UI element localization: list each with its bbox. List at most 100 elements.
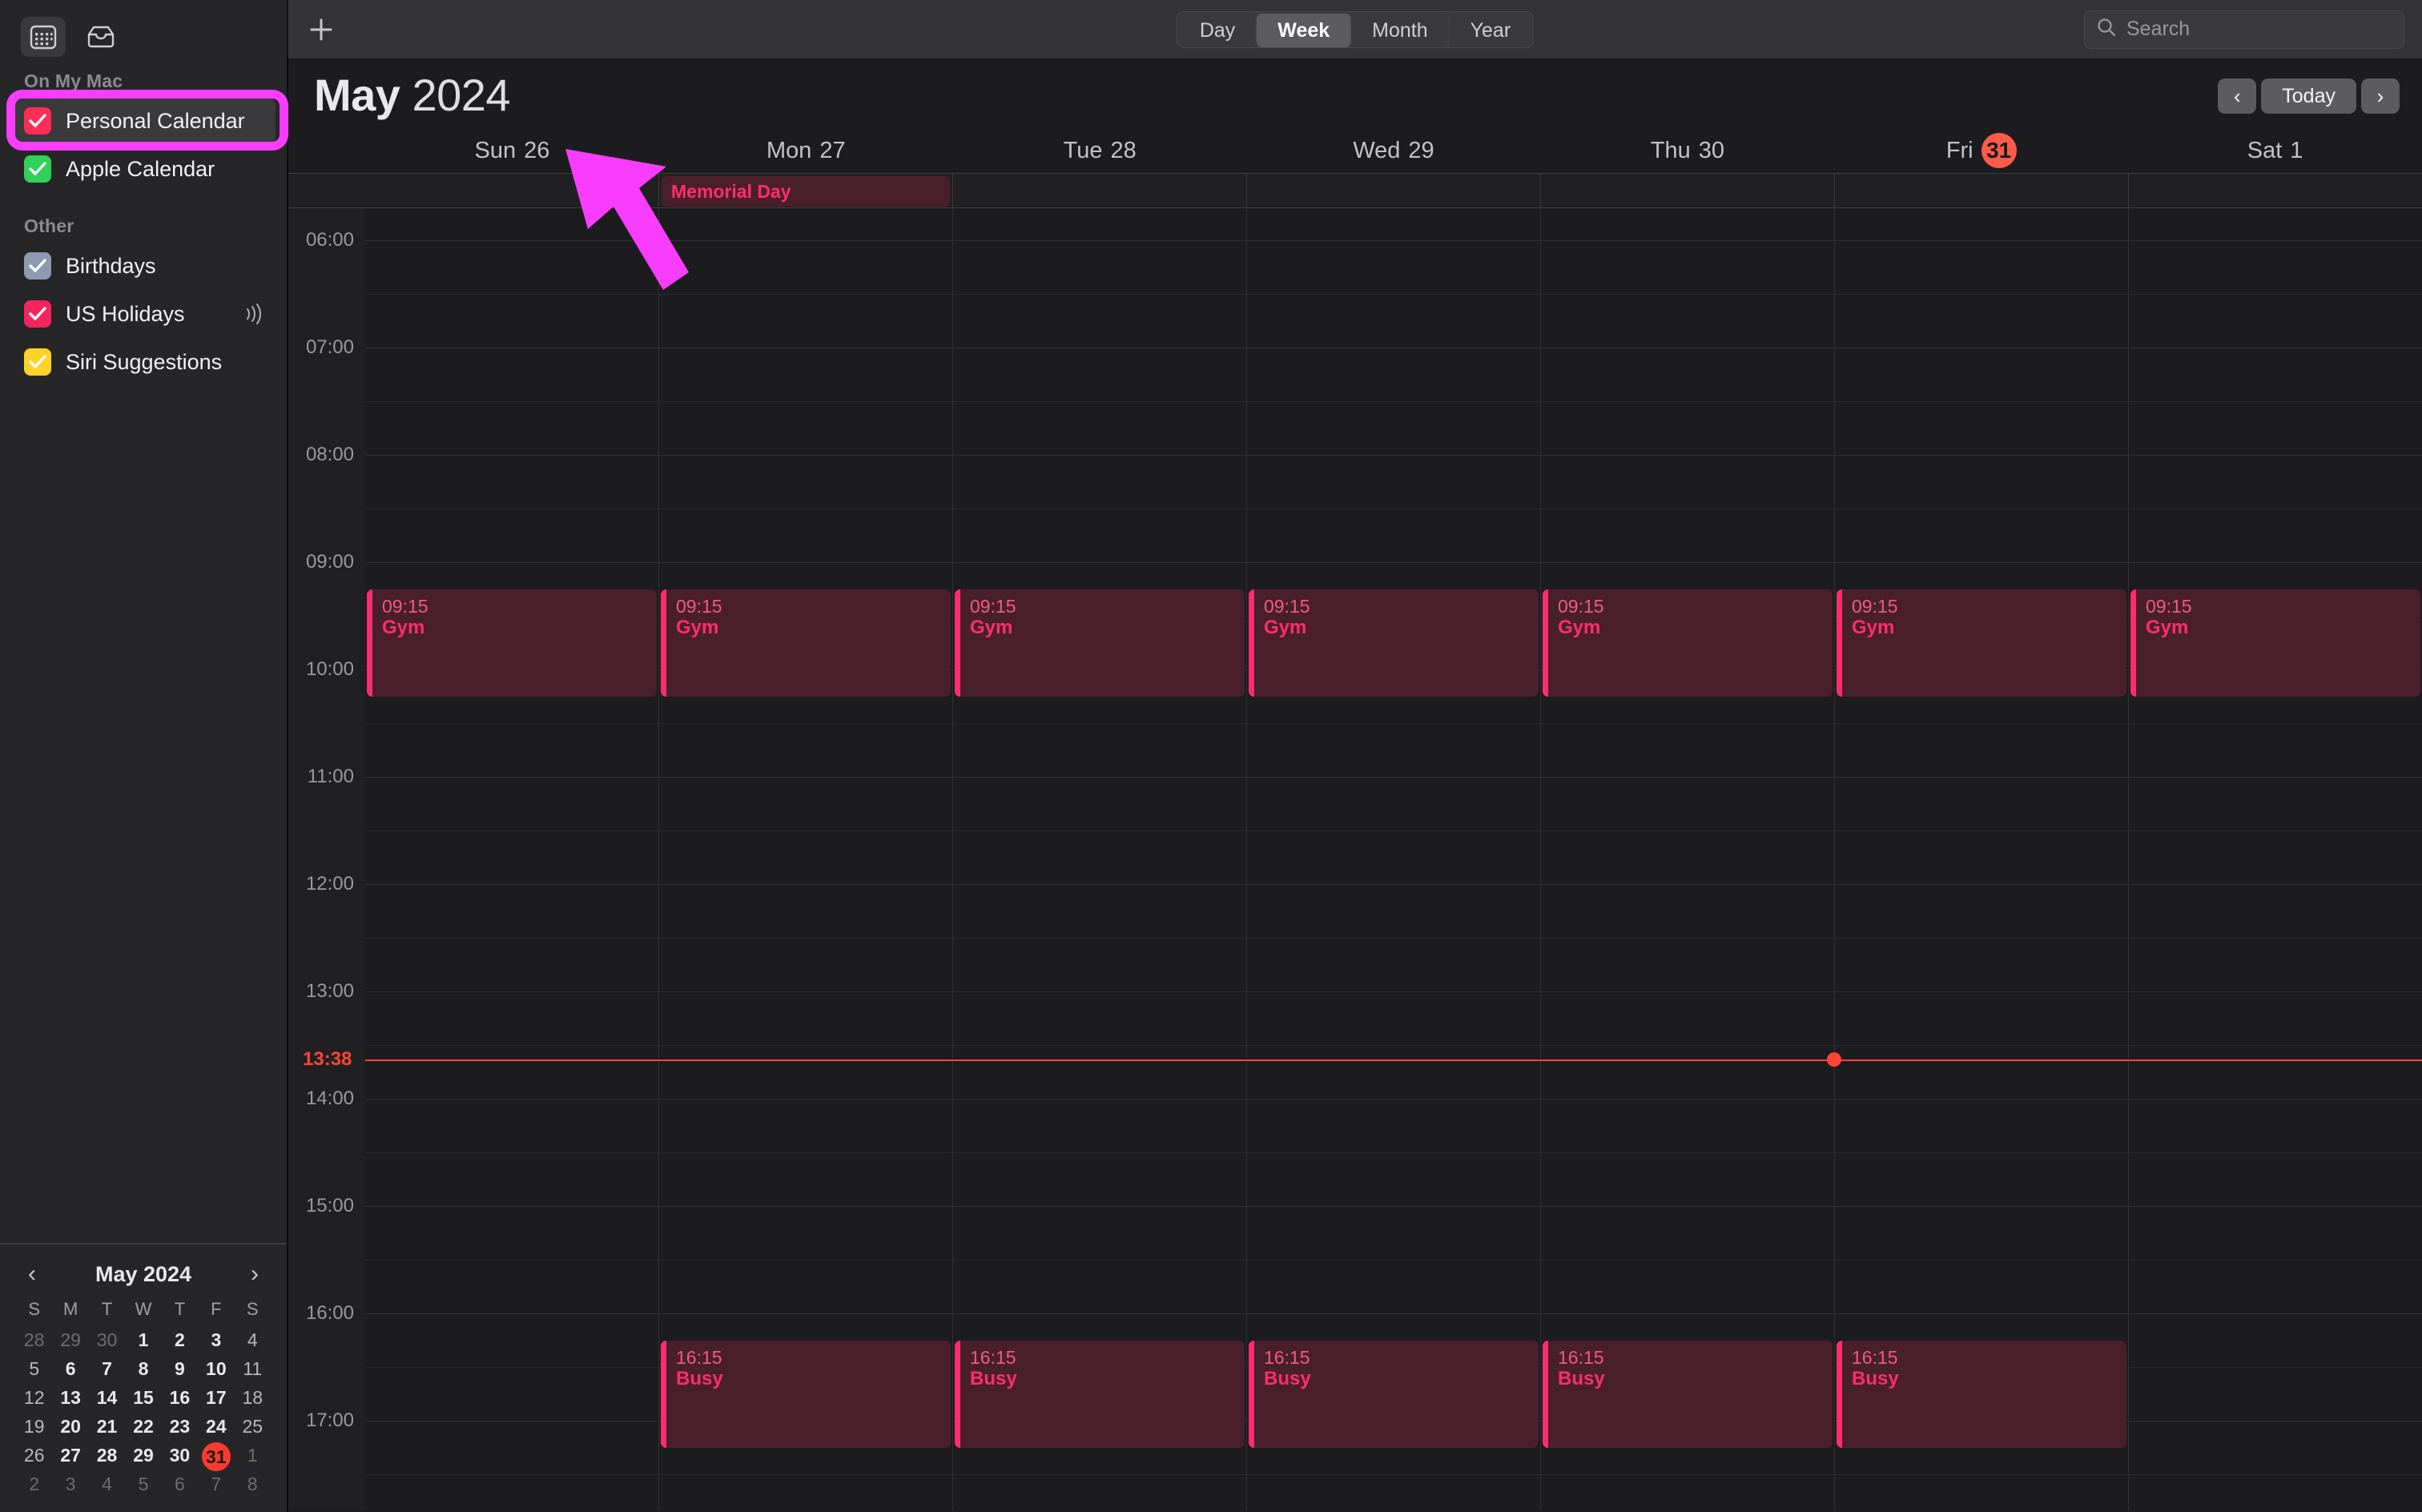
mini-calendar-day[interactable]: 26 [16, 1442, 52, 1469]
calendar-view-icon[interactable] [21, 17, 66, 57]
event-time: 09:15 [1264, 596, 1539, 617]
weekday-header-cell[interactable]: Wed29 [1247, 128, 1541, 173]
mini-calendar-day[interactable]: 30 [89, 1326, 125, 1353]
mini-calendar-dow: S [16, 1296, 52, 1323]
day-column[interactable]: 09:15Gym 16:15Busy [1541, 208, 1835, 1510]
day-column[interactable]: 09:15Gym [2129, 208, 2422, 1510]
all-day-cell[interactable] [2129, 174, 2422, 207]
calendar-event[interactable]: 09:15Gym [661, 589, 951, 697]
mini-calendar-day[interactable]: 15 [125, 1384, 161, 1411]
inbox-icon[interactable] [78, 17, 123, 57]
mini-calendar-day[interactable]: 2 [16, 1470, 52, 1498]
all-day-cell[interactable] [953, 174, 1247, 207]
mini-calendar-day[interactable]: 6 [52, 1355, 88, 1382]
calendar-event[interactable]: 16:15Busy [1543, 1341, 1833, 1448]
calendar-event[interactable]: 09:15Gym [1249, 589, 1539, 697]
mini-calendar-day[interactable]: 8 [125, 1355, 161, 1382]
mini-calendar-day[interactable]: 31 [198, 1442, 234, 1469]
all-day-cell[interactable] [1247, 174, 1541, 207]
event-title: Gym [1264, 617, 1539, 640]
event-title: Gym [1558, 617, 1833, 640]
mini-calendar-day[interactable]: 23 [162, 1413, 198, 1440]
all-day-cell[interactable] [1835, 174, 2129, 207]
sidebar-item-us-holidays[interactable]: US Holidays [11, 290, 276, 338]
sidebar-item-apple-calendar[interactable]: Apple Calendar [11, 145, 276, 193]
checkbox-siri-suggestions[interactable] [24, 348, 51, 376]
mini-calendar-day[interactable]: 8 [235, 1470, 271, 1498]
mini-calendar-day[interactable]: 3 [198, 1326, 234, 1353]
weekday-header-cell[interactable]: Thu30 [1540, 128, 1834, 173]
mini-calendar-day[interactable]: 7 [198, 1470, 234, 1498]
mini-calendar-day[interactable]: 4 [89, 1470, 125, 1498]
view-mode-week[interactable]: Week [1257, 14, 1351, 47]
mini-calendar-day[interactable]: 4 [235, 1326, 271, 1353]
day-column[interactable]: 09:15Gym 16:15Busy [1835, 208, 2129, 1510]
chevron-right-icon[interactable]: › [239, 1262, 271, 1286]
calendar-event[interactable]: 09:15Gym [367, 589, 657, 697]
now-line [365, 1060, 2422, 1061]
view-mode-day[interactable]: Day [1179, 14, 1257, 47]
mini-calendar-day[interactable]: 20 [52, 1413, 88, 1440]
calendar-event[interactable]: 09:15Gym [1837, 589, 2126, 697]
mini-calendar-day[interactable]: 3 [52, 1470, 88, 1498]
previous-week-button[interactable]: ‹ [2218, 78, 2256, 114]
mini-calendar-day[interactable]: 5 [125, 1470, 161, 1498]
calendar-event[interactable]: 16:15Busy [1837, 1341, 2126, 1448]
mini-calendar-day[interactable]: 29 [52, 1326, 88, 1353]
sidebar-item-siri-suggestions[interactable]: Siri Suggestions [11, 338, 276, 386]
mini-calendar-day[interactable]: 16 [162, 1384, 198, 1411]
calendar-event[interactable]: 09:15Gym [1543, 589, 1833, 697]
checkbox-birthdays[interactable] [24, 252, 51, 279]
mini-calendar-day[interactable]: 29 [125, 1442, 161, 1469]
mini-calendar-day[interactable]: 24 [198, 1413, 234, 1440]
event-time: 09:15 [382, 596, 657, 617]
time-gutter: 06:0007:0008:0009:0010:0011:0012:0013:00… [288, 208, 365, 1510]
next-week-button[interactable]: › [2361, 78, 2400, 114]
mini-calendar-day[interactable]: 21 [89, 1413, 125, 1440]
day-column[interactable]: 09:15Gym 16:15Busy [953, 208, 1247, 1510]
calendar-event[interactable]: 16:15Busy [661, 1341, 951, 1448]
view-mode-segmented-control[interactable]: Day Week Month Year [1177, 11, 1534, 48]
weekday-header-cell[interactable]: Sat1 [2128, 128, 2422, 173]
mini-calendar-day[interactable]: 12 [16, 1384, 52, 1411]
checkbox-apple-calendar[interactable] [24, 155, 51, 183]
mini-calendar-day[interactable]: 6 [162, 1470, 198, 1498]
view-mode-month[interactable]: Month [1351, 14, 1449, 47]
mini-calendar-day[interactable]: 22 [125, 1413, 161, 1440]
checkbox-us-holidays[interactable] [24, 300, 51, 328]
day-column[interactable]: 09:15Gym 16:15Busy [1247, 208, 1541, 1510]
mini-calendar-day[interactable]: 9 [162, 1355, 198, 1382]
calendar-event[interactable]: 16:15Busy [955, 1341, 1245, 1448]
mini-calendar-day[interactable]: 30 [162, 1442, 198, 1469]
weekday-header-cell[interactable]: Tue28 [953, 128, 1247, 173]
mini-calendar-day[interactable]: 13 [52, 1384, 88, 1411]
mini-calendar-day[interactable]: 17 [198, 1384, 234, 1411]
sidebar-item-birthdays[interactable]: Birthdays [11, 242, 276, 290]
day-column[interactable]: 09:15Gym 16:15Busy [659, 208, 953, 1510]
plus-icon[interactable] [298, 6, 344, 53]
mini-calendar-day[interactable]: 14 [89, 1384, 125, 1411]
day-column[interactable]: 09:15Gym [365, 208, 659, 1510]
mini-calendar-day[interactable]: 2 [162, 1326, 198, 1353]
calendar-event[interactable]: 16:15Busy [1249, 1341, 1539, 1448]
mini-calendar-day[interactable]: 11 [235, 1355, 271, 1382]
mini-calendar-day[interactable]: 10 [198, 1355, 234, 1382]
mini-calendar-day[interactable]: 19 [16, 1413, 52, 1440]
mini-calendar-day[interactable]: 1 [235, 1442, 271, 1469]
mini-calendar-day[interactable]: 18 [235, 1384, 271, 1411]
chevron-left-icon[interactable]: ‹ [16, 1262, 48, 1286]
calendar-event[interactable]: 09:15Gym [2130, 589, 2420, 697]
all-day-cell[interactable] [1541, 174, 1835, 207]
view-mode-year[interactable]: Year [1450, 14, 1532, 47]
mini-calendar-day[interactable]: 27 [52, 1442, 88, 1469]
mini-calendar-day[interactable]: 1 [125, 1326, 161, 1353]
weekday-header-cell[interactable]: Fri31 [1834, 128, 2128, 173]
mini-calendar-day[interactable]: 25 [235, 1413, 271, 1440]
mini-calendar-day[interactable]: 28 [16, 1326, 52, 1353]
mini-calendar-day[interactable]: 7 [89, 1355, 125, 1382]
calendar-event[interactable]: 09:15Gym [955, 589, 1245, 697]
search-field[interactable]: Search [2084, 10, 2404, 49]
mini-calendar-day[interactable]: 28 [89, 1442, 125, 1469]
mini-calendar-day[interactable]: 5 [16, 1355, 52, 1382]
today-button[interactable]: Today [2261, 78, 2356, 114]
